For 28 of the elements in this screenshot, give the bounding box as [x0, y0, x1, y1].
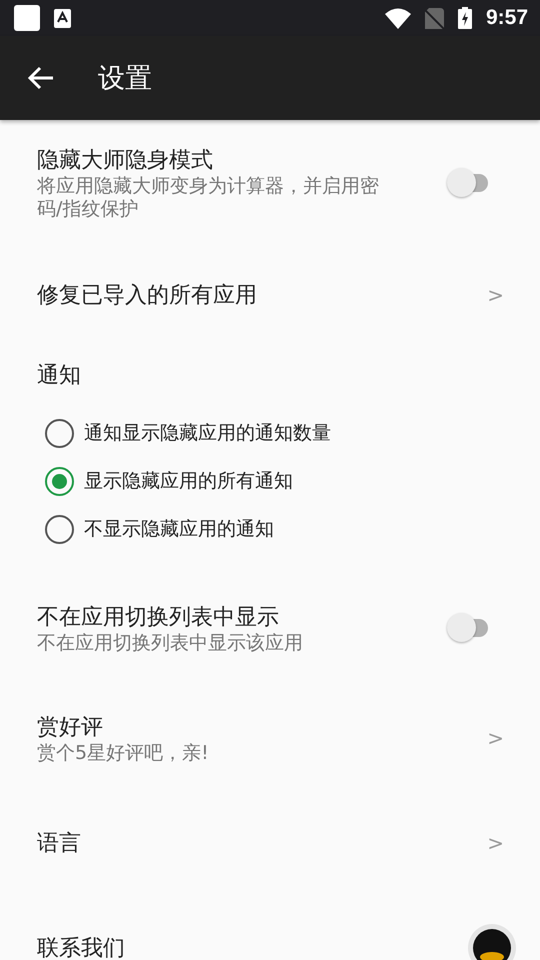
setting-description: 赏个5星好评吧，亲! — [37, 742, 210, 764]
chevron: > — [487, 726, 504, 750]
no-sim-icon — [424, 8, 444, 28]
clock: 9:57 — [486, 6, 528, 30]
radio-button[interactable] — [45, 466, 74, 496]
keyboard-icon — [54, 8, 71, 28]
wifi-icon — [384, 8, 411, 28]
radio-button[interactable] — [45, 418, 74, 448]
setting-title: 联系我们 — [37, 935, 126, 960]
setting-title: 语言 — [37, 830, 82, 858]
setting-title: 不在应用切换列表中显示 — [37, 604, 280, 632]
chevron: > — [487, 831, 504, 855]
radio-button[interactable] — [45, 514, 74, 544]
setting-title: 修复已导入的所有应用 — [37, 282, 258, 310]
setting-title: 赏好评 — [37, 714, 104, 742]
setting-description: 将应用隐藏大师变身为计算器，并启用密码/指纹保护 — [37, 174, 380, 220]
back-icon[interactable] — [28, 66, 54, 90]
contact-icon[interactable] — [468, 924, 516, 960]
section-header: 通知 — [37, 362, 82, 390]
option-label: 通知显示隐藏应用的通知数量 — [84, 421, 331, 446]
option-label: 显示隐藏应用的所有通知 — [84, 469, 293, 494]
setting-description: 不在应用切换列表中显示该应用 — [37, 632, 304, 654]
notification-icon — [14, 5, 40, 31]
battery-icon — [458, 7, 472, 29]
setting-title: 隐藏大师隐身模式 — [37, 146, 214, 174]
option-label: 不显示隐藏应用的通知 — [84, 517, 274, 542]
chevron: > — [487, 283, 504, 307]
screen-title: 设置 — [98, 62, 152, 96]
